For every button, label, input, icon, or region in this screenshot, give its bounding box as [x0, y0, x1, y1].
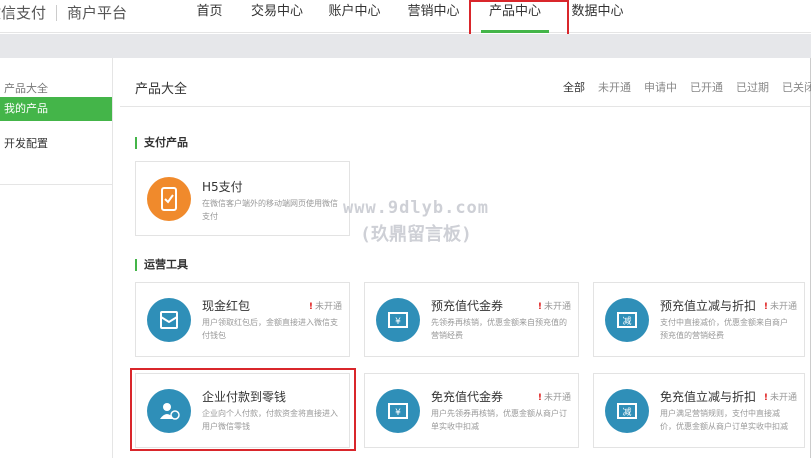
sidebar-item-my-products[interactable]: 我的产品: [0, 97, 112, 121]
filter-opened[interactable]: 已开通: [690, 79, 723, 95]
card-description: 在微信客户端外的移动端网页使用微信支付: [202, 199, 338, 221]
brand-platform: 商户平台: [67, 4, 128, 22]
filter-all[interactable]: 全部: [563, 79, 585, 95]
top-navigation-bar: 微信支付 商户平台 首页 交易中心 账户中心 营销中心 产品中心 数据中心: [0, 0, 811, 33]
warning-icon: !: [537, 393, 542, 403]
status-badge: ! 未开通: [538, 390, 571, 403]
product-card-prepaid-voucher[interactable]: ¥ 预充值代金券 ! 未开通 先领券再核销，优惠金额来自预充值的营销经费: [364, 282, 579, 357]
header-divider: [120, 106, 810, 107]
status-text: 未开通: [543, 302, 571, 312]
warning-icon: !: [763, 302, 768, 312]
card-title: H5支付: [202, 180, 243, 194]
filter-not-opened[interactable]: 未开通: [598, 79, 631, 95]
status-badge: ! 未开通: [764, 299, 797, 312]
card-description: 用户先领券再核销，优惠金额从商户订单实收中扣减: [431, 409, 567, 431]
nav-item-home[interactable]: 首页: [182, 0, 237, 33]
card-description: 支付中直接减价，优惠金额来自商户预充值的营销经费: [660, 318, 788, 340]
svg-text:¥: ¥: [395, 317, 401, 327]
card-title: 现金红包: [202, 299, 251, 313]
brand[interactable]: 微信支付 商户平台: [0, 2, 127, 23]
product-card-free-voucher[interactable]: ¥ 免充值代金券 ! 未开通 用户先领券再核销，优惠金额从商户订单实收中扣减: [364, 373, 579, 448]
filter-expired[interactable]: 已过期: [736, 79, 769, 95]
card-title: 预充值代金券: [431, 299, 504, 313]
nav-item-product-label: 产品中心: [488, 4, 541, 19]
voucher-icon: ¥: [376, 389, 420, 433]
svg-text:减: 减: [622, 406, 631, 418]
header-strip: [0, 34, 811, 58]
brand-name: 微信支付: [0, 4, 47, 22]
svg-text:减: 减: [622, 315, 631, 327]
card-description: 用户满足营销规则，支付中直接减价，优惠金额从商户订单实收中扣减: [660, 409, 788, 431]
filter-applying[interactable]: 申请中: [644, 79, 677, 95]
status-badge: ! 未开通: [538, 299, 571, 312]
nav-item-marketing[interactable]: 营销中心: [392, 0, 475, 33]
card-description: 企业向个人付款，付款资金将直接进入用户微信零钱: [202, 409, 338, 431]
discount-icon: 减: [605, 298, 649, 342]
sidebar-divider: [0, 184, 112, 185]
section-title-tools: 运营工具: [135, 259, 188, 271]
card-title: 免充值立减与折扣: [660, 390, 757, 404]
status-text: 未开通: [314, 302, 342, 312]
card-description: 先领券再核销，优惠金额来自预充值的营销经费: [431, 318, 567, 340]
card-title: 预充值立减与折扣: [660, 299, 757, 313]
card-title: 企业付款到零钱: [202, 390, 287, 404]
section-title-payment: 支付产品: [135, 137, 188, 149]
card-description: 用户领取红包后，金额直接进入微信支付钱包: [202, 318, 338, 340]
nav-item-product[interactable]: 产品中心: [475, 0, 555, 33]
product-card-prepaid-discount[interactable]: 减 预充值立减与折扣 ! 未开通 支付中直接减价，优惠金额来自商户预充值的营销经费: [593, 282, 805, 357]
active-tab-indicator: [481, 30, 549, 33]
status-badge: ! 未开通: [764, 390, 797, 403]
phone-icon: [147, 177, 191, 221]
status-text: 未开通: [543, 393, 571, 403]
product-card-cash-red-packet[interactable]: 现金红包 ! 未开通 用户领取红包后，金额直接进入微信支付钱包: [135, 282, 350, 357]
status-badge: ! 未开通: [309, 299, 342, 312]
status-filters: 全部 未开通 申请中 已开通 已过期 已关闭: [563, 79, 811, 95]
brand-separator: [56, 4, 58, 21]
nav-item-data[interactable]: 数据中心: [555, 0, 640, 33]
card-title: 免充值代金券: [431, 390, 504, 404]
svg-text:¥: ¥: [395, 408, 401, 418]
page-title: 产品大全: [135, 82, 188, 97]
product-card-free-discount[interactable]: 减 免充值立减与折扣 ! 未开通 用户满足营销规则，支付中直接减价，优惠金额从商户…: [593, 373, 805, 448]
discount-icon: 减: [605, 389, 649, 433]
enterprise-pay-icon: [147, 389, 191, 433]
status-text: 未开通: [769, 393, 797, 403]
status-text: 未开通: [769, 302, 797, 312]
product-card-h5-pay[interactable]: H5支付 在微信客户端外的移动端网页使用微信支付: [135, 161, 350, 236]
warning-icon: !: [308, 302, 313, 312]
nav-item-account[interactable]: 账户中心: [317, 0, 392, 33]
filter-closed[interactable]: 已关闭: [782, 79, 811, 95]
sidebar-group-label: 产品大全: [4, 82, 48, 95]
warning-icon: !: [537, 302, 542, 312]
product-card-enterprise-payment[interactable]: 企业付款到零钱 企业向个人付款，付款资金将直接进入用户微信零钱: [135, 373, 350, 448]
sidebar-item-dev-config[interactable]: 开发配置: [0, 132, 112, 156]
warning-icon: !: [763, 393, 768, 403]
voucher-icon: ¥: [376, 298, 420, 342]
red-packet-icon: [147, 298, 191, 342]
main-nav: 首页 交易中心 账户中心 营销中心 产品中心 数据中心: [182, 0, 640, 33]
nav-item-trade[interactable]: 交易中心: [237, 0, 317, 33]
